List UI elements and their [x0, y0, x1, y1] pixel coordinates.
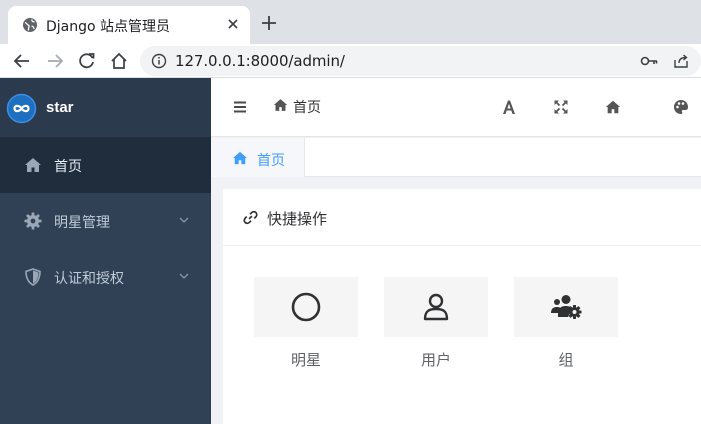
info-icon[interactable]: [151, 53, 167, 69]
tab-label: 首页: [257, 153, 285, 169]
chevron-down-icon: [179, 273, 189, 279]
home-icon: [25, 158, 41, 172]
sidebar-item-label: 明星管理: [54, 215, 110, 231]
home-icon[interactable]: [605, 99, 621, 115]
quick-action-tile[interactable]: [254, 277, 358, 337]
users-gear-icon: [551, 295, 582, 319]
quick-action-tile[interactable]: [514, 277, 618, 337]
quick-action-label: 用户: [420, 351, 451, 369]
share-icon[interactable]: [673, 53, 689, 69]
page-tabs-bar: 首页: [211, 138, 701, 177]
home-icon: [273, 99, 288, 111]
sidebar: star 首页 明星管理 认证和授权: [0, 78, 211, 424]
tab-home[interactable]: 首页: [211, 138, 305, 177]
quick-action-stars[interactable]: 明星: [254, 277, 358, 377]
back-icon[interactable]: [12, 51, 32, 71]
reload-icon[interactable]: [77, 51, 97, 71]
quick-action-groups[interactable]: 组: [514, 277, 618, 377]
user-icon: [423, 293, 449, 321]
url-text: 127.0.0.1:8000/admin/: [175, 52, 345, 70]
plus-icon[interactable]: [260, 14, 278, 32]
quick-action-label: 明星: [290, 351, 321, 369]
font-size-icon[interactable]: [501, 99, 517, 115]
globe-icon: [23, 18, 37, 32]
palette-icon[interactable]: [673, 99, 689, 115]
brand-header[interactable]: star: [0, 78, 211, 137]
quick-action-users[interactable]: 用户: [384, 277, 488, 377]
chevron-down-icon: [179, 217, 189, 223]
card-title: 快捷操作: [267, 210, 328, 228]
browser-tab-strip: Django 站点管理员: [0, 0, 701, 44]
close-icon[interactable]: [225, 16, 241, 32]
logo-icon: [6, 93, 37, 124]
breadcrumb[interactable]: 首页: [293, 97, 321, 117]
quick-action-tile[interactable]: [384, 277, 488, 337]
shield-icon: [25, 268, 41, 286]
sidebar-item-home[interactable]: 首页: [0, 137, 211, 193]
menu-toggle-icon[interactable]: [233, 100, 247, 114]
home-icon[interactable]: [109, 51, 129, 71]
link-icon: [243, 210, 258, 225]
quick-actions-card: 快捷操作 明星 用户 组: [223, 189, 701, 424]
forward-icon[interactable]: [45, 51, 65, 71]
top-header: 首页: [211, 78, 701, 137]
sidebar-item-label: 首页: [54, 159, 82, 175]
browser-tab-title: Django 站点管理员: [46, 19, 171, 35]
address-bar[interactable]: 127.0.0.1:8000/admin/: [140, 46, 701, 76]
circle-icon: [291, 292, 321, 322]
sidebar-item-label: 认证和授权: [54, 271, 124, 287]
brand-name: star: [46, 99, 74, 116]
card-header: 快捷操作: [223, 189, 701, 246]
browser-tab[interactable]: Django 站点管理员: [8, 6, 250, 44]
browser-toolbar: 127.0.0.1:8000/admin/: [0, 44, 701, 78]
key-icon[interactable]: [640, 53, 658, 69]
quick-action-label: 组: [558, 351, 574, 369]
gear-icon: [24, 212, 42, 230]
home-icon: [233, 151, 247, 165]
sidebar-item-auth[interactable]: 认证和授权: [0, 249, 211, 305]
sidebar-item-stars[interactable]: 明星管理: [0, 193, 211, 249]
fullscreen-icon[interactable]: [553, 99, 569, 115]
